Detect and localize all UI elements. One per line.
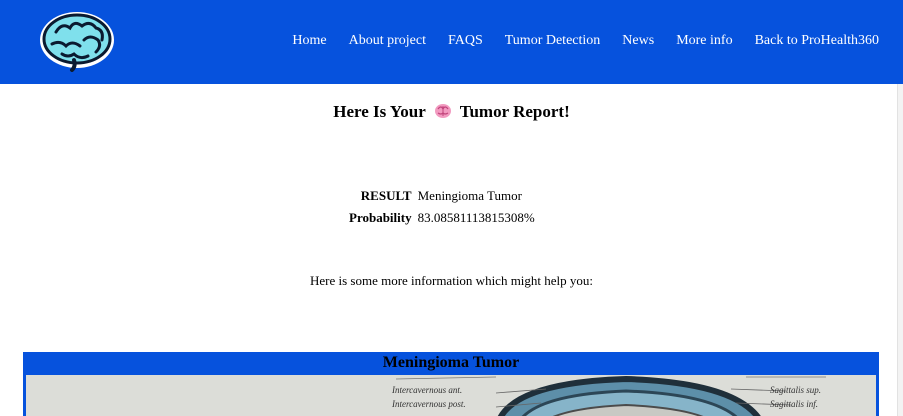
more-info-text: Here is some more information which migh… (309, 273, 594, 288)
meningioma-anatomy-image: Intercavernous ant. Intercavernous post.… (26, 375, 876, 416)
nav-link-tumor-detection[interactable]: Tumor Detection (505, 33, 601, 49)
anatomy-illustration (26, 375, 876, 416)
tumor-info-card: Meningioma Tumor Intercavernous ant. Int… (23, 352, 879, 416)
nav-link-about-project[interactable]: About project (349, 33, 426, 49)
result-row: RESULT Meningioma Tumor (346, 185, 538, 207)
result-table: RESULT Meningioma Tumor Probability 83.0… (346, 185, 538, 229)
report-title-text-start: Here Is Your (333, 102, 426, 121)
image-label-intercavernous-ant: Intercavernous ant. (392, 385, 463, 395)
brain-logo-icon[interactable] (38, 10, 116, 72)
image-label-sagittalis-inf: Sagittalis inf. (770, 399, 819, 409)
nav-link-more-info[interactable]: More info (676, 33, 732, 49)
report-title: Here Is Your Tumor Report! (0, 102, 903, 122)
nav-link-back-to-prohealth360[interactable]: Back to ProHealth360 (755, 33, 879, 49)
top-navbar: Home About project FAQS Tumor Detection … (0, 0, 903, 84)
nav-link-faqs[interactable]: FAQS (448, 33, 483, 49)
nav-link-news[interactable]: News (622, 33, 654, 49)
result-label: RESULT (360, 188, 412, 203)
scrollbar[interactable] (897, 84, 903, 416)
image-label-intercavernous-post: Intercavernous post. (392, 399, 466, 409)
report-title-text-end: Tumor Report! (459, 102, 570, 121)
probability-label: Probability (349, 210, 412, 225)
tumor-card-title: Meningioma Tumor (382, 354, 520, 371)
probability-value: 83.08581113815308% (417, 210, 535, 225)
brain-emoji-icon (434, 104, 451, 118)
result-value: Meningioma Tumor (417, 188, 522, 203)
nav-links: Home About project FAQS Tumor Detection … (270, 33, 879, 49)
nav-link-home[interactable]: Home (292, 33, 326, 49)
image-label-sagittalis-sup: Sagittalis sup. (770, 385, 822, 395)
probability-row: Probability 83.08581113815308% (346, 207, 538, 229)
